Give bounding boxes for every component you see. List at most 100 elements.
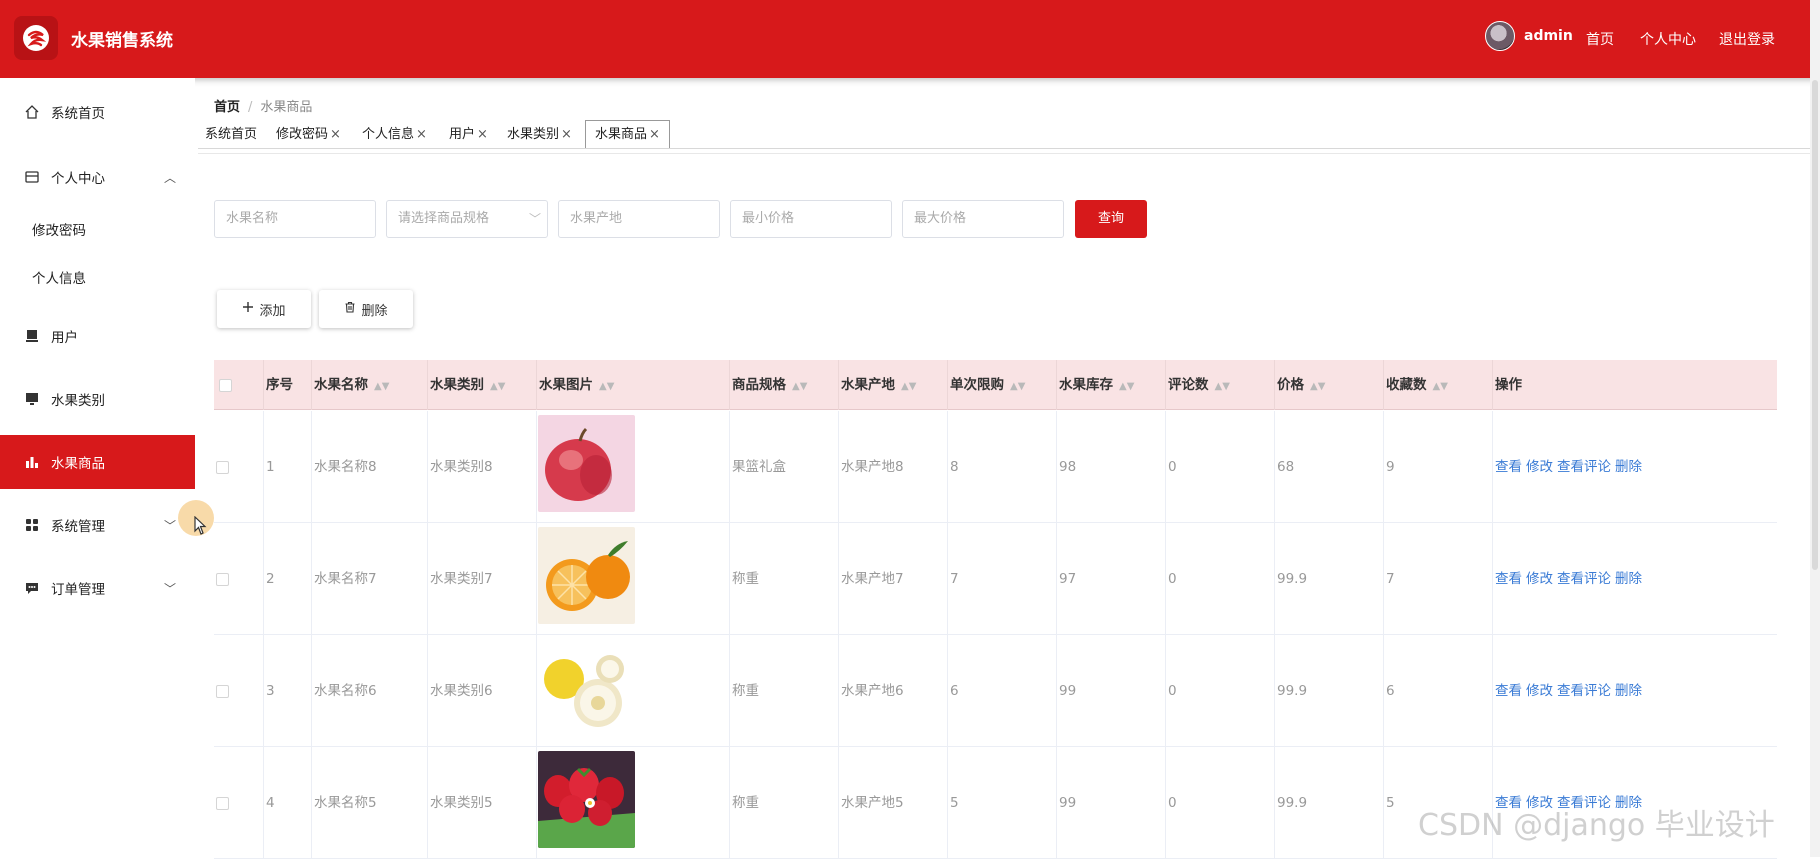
header-name[interactable]: 水果名称 ▲▼ [311, 360, 427, 410]
profile-link[interactable]: 个人中心 [1640, 29, 1696, 49]
edit-link[interactable]: 修改 [1526, 683, 1553, 699]
cell-name: 水果名称5 [311, 747, 427, 859]
sidebar-item-fruit-products[interactable]: 水果商品 [0, 435, 195, 489]
add-button-label: 添加 [259, 303, 286, 319]
close-icon[interactable]: × [649, 127, 660, 142]
delete-link[interactable]: 删除 [1615, 571, 1642, 587]
chevron-down-icon: ﹀ [528, 212, 541, 226]
row-checkbox[interactable] [216, 573, 229, 586]
breadcrumb-separator: / [248, 100, 253, 115]
view-comments-link[interactable]: 查看评论 [1557, 683, 1611, 699]
spec-select[interactable]: 请选择商品规格 ﹀ [386, 200, 548, 238]
select-all-checkbox[interactable] [219, 379, 232, 392]
header-origin[interactable]: 水果产地 ▲▼ [838, 360, 947, 410]
delete-link[interactable]: 删除 [1615, 683, 1642, 699]
card-icon [24, 169, 40, 185]
min-price-input[interactable]: 最小价格 [730, 200, 892, 238]
table-row: 2 水果名称7 水果类别7 称重 水果产地7 7 97 0 99.9 7 查看修… [214, 523, 1777, 635]
cell-actions: 查看 修改 查看评论 删除 [1492, 635, 1777, 747]
close-icon[interactable]: × [561, 127, 572, 142]
mouse-cursor-icon [194, 516, 207, 535]
header-category[interactable]: 水果类别 ▲▼ [427, 360, 536, 410]
edit-link[interactable]: 修改 [1526, 571, 1553, 587]
close-icon[interactable]: × [330, 127, 341, 142]
tab-change-password[interactable]: 修改密码 × [276, 122, 341, 148]
header-spec[interactable]: 商品规格 ▲▼ [729, 360, 838, 410]
tab-users[interactable]: 用户 × [449, 122, 488, 148]
view-comments-link[interactable]: 查看评论 [1557, 459, 1611, 475]
max-price-input[interactable]: 最大价格 [902, 200, 1064, 238]
tab-fruit-products[interactable]: 水果商品 × [585, 120, 670, 149]
cell-actions: 查看 修改 查看评论 删除 [1492, 523, 1777, 635]
sidebar-item-label: 用户 [51, 330, 78, 346]
sidebar-item-system-management[interactable]: 系统管理 ﹀ [0, 498, 195, 552]
sidebar-item-home[interactable]: 系统首页 [0, 85, 195, 139]
query-button[interactable]: 查询 [1075, 200, 1147, 238]
view-link[interactable]: 查看 [1495, 683, 1522, 699]
strawberry-image[interactable] [538, 751, 635, 848]
view-link[interactable]: 查看 [1495, 571, 1522, 587]
sidebar-item-fruit-category[interactable]: 水果类别 [0, 372, 195, 426]
plus-icon [242, 301, 254, 317]
cell-spec: 果篮礼盒 [729, 411, 838, 523]
cell-limit: 6 [947, 635, 1056, 747]
row-checkbox[interactable] [216, 461, 229, 474]
edit-link[interactable]: 修改 [1526, 459, 1553, 475]
home-link[interactable]: 首页 [1586, 29, 1614, 49]
origin-input[interactable]: 水果产地 [558, 200, 720, 238]
delete-button[interactable]: 删除 [319, 290, 413, 328]
cell-price: 68 [1274, 411, 1383, 523]
header-stock[interactable]: 水果库存 ▲▼ [1056, 360, 1165, 410]
monitor-icon [24, 391, 40, 407]
header-image[interactable]: 水果图片 ▲▼ [536, 360, 729, 410]
tab-label: 系统首页 [205, 127, 258, 142]
view-comments-link[interactable]: 查看评论 [1557, 571, 1611, 587]
cell-stock: 97 [1056, 523, 1165, 635]
header-price[interactable]: 价格 ▲▼ [1274, 360, 1383, 410]
close-icon[interactable]: × [416, 127, 427, 142]
home-icon [24, 104, 40, 120]
header-limit[interactable]: 单次限购 ▲▼ [947, 360, 1056, 410]
sort-icon: ▲▼ [1432, 381, 1448, 392]
logout-link[interactable]: 退出登录 [1719, 29, 1775, 49]
sort-icon: ▲▼ [599, 381, 615, 392]
fruit-name-input[interactable]: 水果名称 [214, 200, 376, 238]
sidebar-item-label: 系统管理 [51, 519, 105, 535]
orange-image[interactable] [538, 527, 635, 624]
avatar[interactable] [1485, 21, 1515, 51]
tab-label: 用户 [449, 127, 476, 142]
add-button[interactable]: 添加 [217, 290, 311, 328]
cell-favorites: 6 [1383, 635, 1492, 747]
app-title: 水果销售系统 [71, 31, 173, 51]
apple-image[interactable] [538, 415, 635, 512]
row-checkbox[interactable] [216, 797, 229, 810]
sidebar-item-users[interactable]: 用户 [0, 309, 195, 363]
header-favorites[interactable]: 收藏数 ▲▼ [1383, 360, 1492, 410]
tab-label: 修改密码 [276, 127, 329, 142]
sidebar-item-order-management[interactable]: 订单管理 ﹀ [0, 561, 195, 615]
melon-image[interactable] [538, 639, 635, 736]
cell-category: 水果类别5 [427, 747, 536, 859]
tab-system-home[interactable]: 系统首页 [205, 122, 257, 148]
cell-name: 水果名称7 [311, 523, 427, 635]
cell-price: 99.9 [1274, 523, 1383, 635]
delete-link[interactable]: 删除 [1615, 459, 1642, 475]
tab-label: 水果商品 [595, 127, 648, 142]
cell-origin: 水果产地5 [838, 747, 947, 859]
row-checkbox[interactable] [216, 685, 229, 698]
scrollbar-thumb[interactable] [1812, 80, 1818, 570]
close-icon[interactable]: × [477, 127, 488, 142]
sidebar-subitem-personal-info[interactable]: 个人信息 [32, 267, 86, 287]
breadcrumb-home[interactable]: 首页 [214, 100, 240, 115]
table-row: 3 水果名称6 水果类别6 称重 水果产地6 6 99 0 99.9 6 查看修… [214, 635, 1777, 747]
tab-fruit-category[interactable]: 水果类别 × [507, 122, 572, 148]
tab-personal-info[interactable]: 个人信息 × [362, 122, 427, 148]
header-comments[interactable]: 评论数 ▲▼ [1165, 360, 1274, 410]
sidebar-item-personal-center[interactable]: 个人中心 ︿ [0, 150, 195, 204]
view-link[interactable]: 查看 [1495, 459, 1522, 475]
delete-button-label: 删除 [361, 303, 388, 319]
cell-no: 2 [263, 523, 311, 635]
tab-label: 水果类别 [507, 127, 560, 142]
header-no[interactable]: 序号 [263, 360, 311, 410]
sidebar-subitem-change-password[interactable]: 修改密码 [32, 219, 86, 239]
